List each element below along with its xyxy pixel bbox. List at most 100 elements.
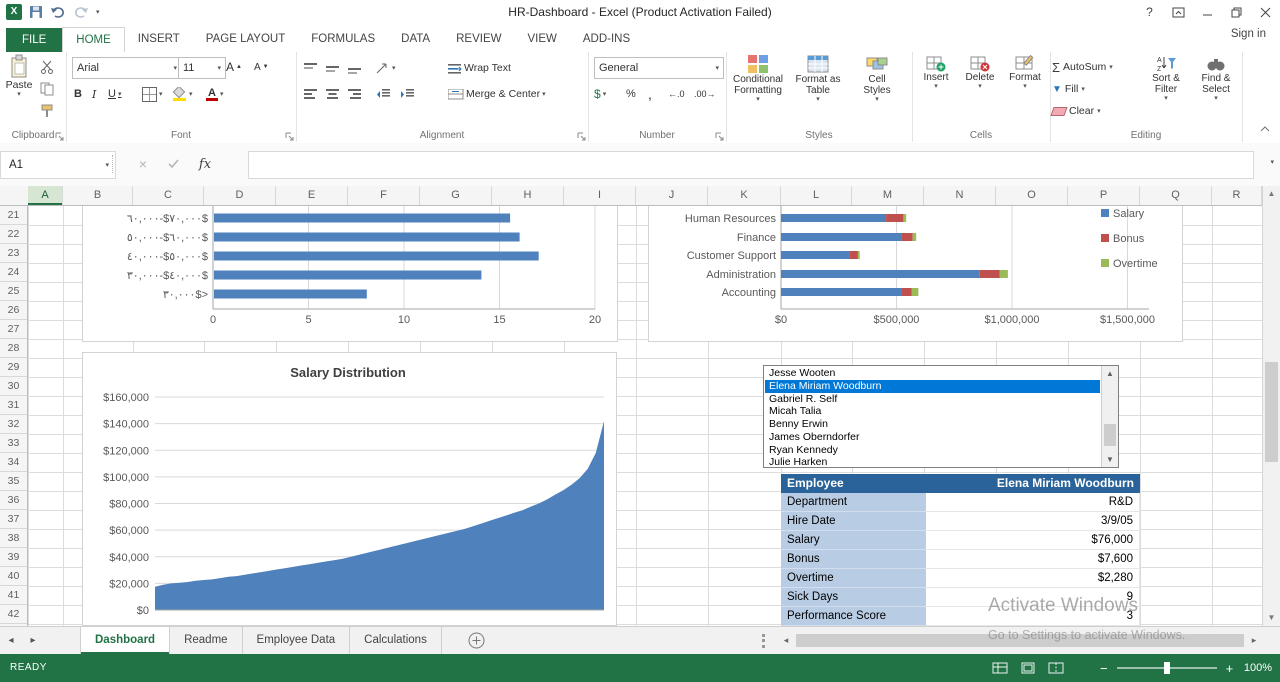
align-right-button[interactable] bbox=[348, 84, 361, 104]
row-header-41[interactable]: 41 bbox=[0, 586, 27, 605]
align-bottom-button[interactable] bbox=[348, 58, 361, 78]
salary-band-chart[interactable]: ٧٠,٠٠٠$-٦٠,٠٠٠$٦٠,٠٠٠$-٥٠,٠٠٠$٥٠,٠٠٠$-٤٠… bbox=[82, 206, 618, 342]
employee-list-item[interactable]: Micah Talia bbox=[765, 405, 1100, 418]
increase-font-size-button[interactable]: A▲ bbox=[226, 57, 242, 77]
sheet-tab-calculations[interactable]: Calculations bbox=[350, 627, 442, 654]
sheet-tab-readme[interactable]: Readme bbox=[170, 627, 242, 654]
cancel-button[interactable]: × bbox=[130, 151, 156, 177]
font-dialog-launcher[interactable] bbox=[284, 130, 294, 140]
scroll-right-arrow[interactable]: ▸ bbox=[1246, 632, 1262, 649]
restore-button[interactable] bbox=[1222, 0, 1251, 24]
collapse-ribbon-button[interactable] bbox=[1260, 121, 1270, 135]
employee-list-item[interactable]: James Oberndorfer bbox=[765, 431, 1100, 444]
employee-list-item[interactable]: Ryan Kennedy bbox=[765, 444, 1100, 457]
delete-cells-button[interactable]: Delete▾ bbox=[960, 54, 1000, 128]
decrease-font-size-button[interactable]: A▼ bbox=[254, 57, 269, 77]
zoom-in-button[interactable]: + bbox=[1226, 661, 1234, 676]
row-header-38[interactable]: 38 bbox=[0, 529, 27, 548]
row-header-23[interactable]: 23 bbox=[0, 244, 27, 263]
column-header-R[interactable]: R bbox=[1212, 186, 1262, 205]
department-compensation-chart[interactable]: Human ResourcesFinanceCustomer SupportAd… bbox=[648, 206, 1183, 342]
align-center-button[interactable] bbox=[326, 84, 339, 104]
help-button[interactable]: ? bbox=[1135, 0, 1164, 24]
font-name-select[interactable]: Arial▾ bbox=[72, 57, 182, 79]
row-header-31[interactable]: 31 bbox=[0, 396, 27, 415]
sort-filter-button[interactable]: AZ Sort & Filter▾ bbox=[1142, 54, 1190, 128]
name-box-dropdown[interactable]: ▾ bbox=[105, 162, 109, 169]
sheet-nav-left-arrow[interactable]: ◂ bbox=[0, 627, 22, 654]
vertical-scroll-thumb[interactable] bbox=[1265, 362, 1278, 462]
ribbon-tab-home[interactable]: HOME bbox=[62, 27, 125, 52]
insert-function-button[interactable]: fx bbox=[192, 151, 218, 177]
cut-button[interactable] bbox=[40, 57, 54, 77]
horizontal-scrollbar[interactable]: ◂ ▸ bbox=[778, 632, 1262, 649]
decrease-decimal-button[interactable]: .00→ bbox=[694, 84, 716, 104]
paste-dropdown-arrow[interactable]: ▾ bbox=[17, 91, 21, 98]
employee-list-item[interactable]: Benny Erwin bbox=[765, 418, 1100, 431]
column-header-J[interactable]: J bbox=[636, 186, 708, 205]
horizontal-scroll-thumb[interactable] bbox=[796, 634, 1244, 647]
employee-list-item[interactable]: Gabriel R. Self bbox=[765, 393, 1100, 406]
align-top-button[interactable] bbox=[304, 58, 317, 78]
row-header-28[interactable]: 28 bbox=[0, 339, 27, 358]
row-header-39[interactable]: 39 bbox=[0, 548, 27, 567]
listbox-scrollbar[interactable]: ▲ ▼ bbox=[1101, 366, 1118, 467]
listbox-scroll-up-arrow[interactable]: ▲ bbox=[1102, 366, 1118, 381]
increase-decimal-button[interactable]: ←.0 bbox=[668, 84, 685, 104]
conditional-formatting-button[interactable]: Conditional Formatting▾ bbox=[729, 54, 787, 128]
row-header-24[interactable]: 24 bbox=[0, 263, 27, 282]
comma-style-button[interactable]: , bbox=[648, 84, 660, 104]
column-header-F[interactable]: F bbox=[348, 186, 420, 205]
decrease-indent-button[interactable] bbox=[376, 84, 390, 104]
number-dialog-launcher[interactable] bbox=[714, 130, 724, 140]
employee-list-item[interactable]: Julie Harken bbox=[765, 456, 1100, 466]
sheet-tab-dashboard[interactable]: Dashboard bbox=[80, 627, 170, 654]
wrap-text-button[interactable]: Wrap Text bbox=[448, 58, 511, 78]
merge-center-button[interactable]: Merge & Center▾ bbox=[448, 84, 546, 104]
column-header-A[interactable]: A bbox=[28, 186, 63, 205]
find-select-button[interactable]: Find & Select▾ bbox=[1192, 54, 1240, 128]
zoom-out-button[interactable]: − bbox=[1100, 661, 1108, 676]
column-header-M[interactable]: M bbox=[852, 186, 924, 205]
row-header-22[interactable]: 22 bbox=[0, 225, 27, 244]
copy-button[interactable] bbox=[40, 79, 54, 99]
row-header-34[interactable]: 34 bbox=[0, 453, 27, 472]
scroll-down-arrow[interactable]: ▼ bbox=[1263, 610, 1280, 626]
row-header-37[interactable]: 37 bbox=[0, 510, 27, 529]
column-header-B[interactable]: B bbox=[63, 186, 133, 205]
row-header-32[interactable]: 32 bbox=[0, 415, 27, 434]
insert-cells-button[interactable]: Insert▾ bbox=[916, 54, 956, 128]
page-break-view-button[interactable] bbox=[1048, 662, 1064, 674]
ribbon-tab-page-layout[interactable]: PAGE LAYOUT bbox=[193, 27, 298, 51]
scroll-left-arrow[interactable]: ◂ bbox=[778, 632, 794, 649]
orientation-button[interactable]: ▾ bbox=[376, 58, 396, 78]
ribbon-tab-review[interactable]: REVIEW bbox=[443, 27, 514, 51]
listbox-scroll-down-arrow[interactable]: ▼ bbox=[1102, 452, 1118, 467]
employee-list-item[interactable]: Elena Miriam Woodburn bbox=[765, 380, 1100, 393]
ribbon-tab-view[interactable]: VIEW bbox=[514, 27, 569, 51]
percent-style-button[interactable]: % bbox=[626, 84, 642, 104]
clear-button[interactable]: Clear▾ bbox=[1052, 101, 1138, 121]
row-header-30[interactable]: 30 bbox=[0, 377, 27, 396]
row-header-42[interactable]: 42 bbox=[0, 605, 27, 624]
underline-button[interactable]: U▾ bbox=[108, 84, 121, 104]
sheet-tab-employee-data[interactable]: Employee Data bbox=[243, 627, 351, 654]
page-layout-view-button[interactable] bbox=[1020, 662, 1036, 674]
italic-button[interactable]: I bbox=[92, 84, 104, 104]
accounting-format-button[interactable]: $▾ bbox=[594, 84, 606, 104]
row-header-25[interactable]: 25 bbox=[0, 282, 27, 301]
row-header-27[interactable]: 27 bbox=[0, 320, 27, 339]
column-header-O[interactable]: O bbox=[996, 186, 1068, 205]
zoom-slider-thumb[interactable] bbox=[1164, 662, 1170, 674]
row-header-33[interactable]: 33 bbox=[0, 434, 27, 453]
cell-styles-button[interactable]: Cell Styles▾ bbox=[849, 54, 905, 128]
spreadsheet-cells[interactable]: ٧٠,٠٠٠$-٦٠,٠٠٠$٦٠,٠٠٠$-٥٠,٠٠٠$٥٠,٠٠٠$-٤٠… bbox=[0, 206, 1262, 626]
name-box[interactable]: A1▾ bbox=[0, 151, 116, 179]
normal-view-button[interactable] bbox=[992, 662, 1008, 674]
column-header-G[interactable]: G bbox=[420, 186, 492, 205]
column-header-P[interactable]: P bbox=[1068, 186, 1140, 205]
format-cells-button[interactable]: Format▾ bbox=[1004, 54, 1046, 128]
column-header-E[interactable]: E bbox=[276, 186, 348, 205]
formula-bar-expand-button[interactable]: ▾ bbox=[1270, 159, 1274, 166]
borders-button[interactable]: ▾ bbox=[142, 84, 163, 104]
